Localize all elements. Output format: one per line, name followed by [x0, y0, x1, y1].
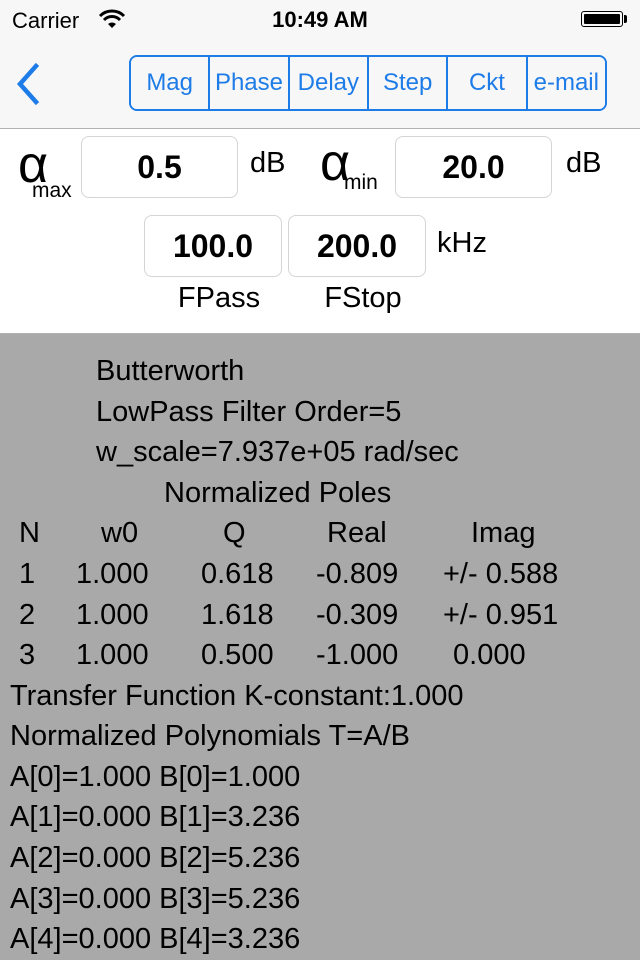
alpha-max-subscript: max [32, 179, 72, 202]
alpha-min-field[interactable]: 20.0 [395, 136, 552, 198]
pole-cell: +/- 0.588 [443, 558, 559, 590]
battery-tip [624, 15, 627, 23]
status-bar: Carrier 10:49 AM [0, 0, 640, 40]
freq-unit: kHz [437, 227, 487, 259]
pole-cell: 0.500 [201, 639, 274, 671]
fstop-field[interactable]: 200.0 [288, 215, 426, 277]
w-scale: w_scale=7.937e+05 rad/sec [96, 436, 459, 468]
view-segmented-control: Mag Phase Delay Step Ckt e-mail [129, 55, 607, 111]
pole-header-n: N [19, 517, 40, 549]
polynomial-row: A[0]=1.000 B[0]=1.000 [10, 761, 301, 793]
polynomial-row: A[3]=0.000 B[3]=5.236 [10, 883, 301, 915]
chevron-left-icon [16, 62, 40, 106]
pole-cell: 0.618 [201, 558, 274, 590]
pole-header-q: Q [223, 517, 246, 549]
pole-cell: -1.000 [316, 639, 399, 671]
polynomials-title: Normalized Polynomials T=A/B [10, 720, 410, 752]
segment-step[interactable]: Step [368, 57, 449, 109]
segment-email[interactable]: e-mail [527, 57, 605, 109]
back-button[interactable] [12, 62, 48, 106]
alpha-max-field[interactable]: 0.5 [81, 136, 238, 198]
polynomial-row: A[4]=0.000 B[4]=3.236 [10, 923, 301, 955]
battery-icon [581, 11, 623, 27]
segment-phase[interactable]: Phase [210, 57, 290, 109]
pole-header-w0: w0 [101, 517, 139, 549]
pole-cell: 1.000 [76, 599, 149, 631]
pole-cell: 1.000 [76, 639, 149, 671]
pole-cell: 0.000 [445, 639, 526, 671]
segment-mag[interactable]: Mag [131, 57, 211, 109]
pole-header-imag: Imag [471, 517, 536, 549]
polynomial-row: A[1]=0.000 B[1]=3.236 [10, 801, 301, 833]
nav-bar: Mag Phase Delay Step Ckt e-mail [0, 40, 640, 129]
filter-spec-panel: α max 0.5 dB α min 20.0 dB 100.0 200.0 k… [0, 129, 640, 334]
pole-cell: +/- 0.951 [443, 599, 559, 631]
pole-cell: -0.309 [316, 599, 399, 631]
results-panel: Butterworth LowPass Filter Order=5 w_sca… [0, 334, 640, 960]
alpha-max-unit: dB [250, 147, 286, 179]
fpass-field[interactable]: 100.0 [144, 215, 282, 277]
fpass-label: FPass [177, 282, 261, 314]
alpha-min-subscript: min [344, 171, 378, 194]
polynomial-row: A[2]=0.000 B[2]=5.236 [10, 842, 301, 874]
clock: 10:49 AM [272, 7, 368, 32]
pole-cell: 1.000 [76, 558, 149, 590]
segment-delay[interactable]: Delay [289, 57, 369, 109]
pole-header-real: Real [327, 517, 387, 549]
pole-cell: -0.809 [316, 558, 399, 590]
poles-title: Normalized Poles [164, 477, 392, 509]
filter-type: Butterworth [96, 355, 245, 387]
k-constant: Transfer Function K-constant:1.000 [10, 680, 464, 712]
pole-cell: 3 [19, 639, 36, 671]
wifi-icon [98, 9, 126, 28]
alpha-min-unit: dB [566, 147, 602, 179]
filter-order: LowPass Filter Order=5 [96, 396, 402, 428]
pole-cell: 2 [19, 599, 36, 631]
segment-ckt[interactable]: Ckt [448, 57, 528, 109]
fstop-label: FStop [324, 282, 402, 314]
pole-cell: 1.618 [201, 599, 274, 631]
carrier-label: Carrier [12, 8, 80, 33]
pole-cell: 1 [19, 558, 36, 590]
